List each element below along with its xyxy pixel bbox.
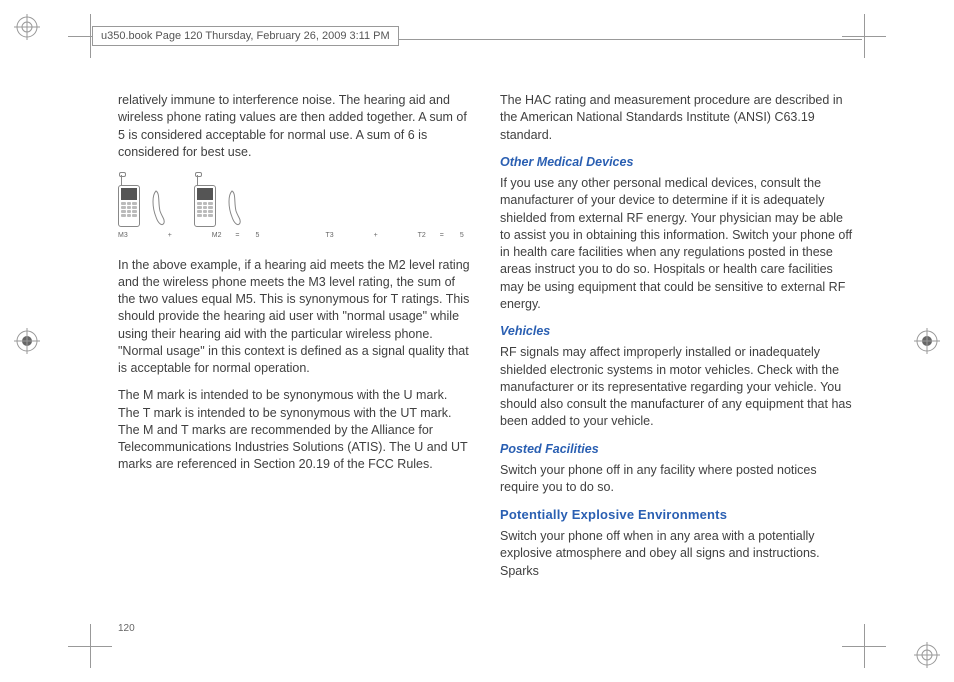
phone-icon [118, 175, 140, 227]
hearing-aid-diagram: M3 + M2 = 5 T3 + T2 = 5 [118, 171, 472, 245]
eq-label: 5 [253, 231, 261, 241]
eq-label: M3 [118, 231, 128, 241]
body-text: relatively immune to interference noise.… [118, 92, 472, 161]
eq-label: = [233, 231, 241, 241]
eq-label: + [372, 231, 380, 241]
page-content: relatively immune to interference noise.… [118, 92, 854, 612]
eq-label: + [166, 231, 174, 241]
registration-mark-icon [914, 328, 940, 354]
registration-mark-icon [14, 14, 40, 40]
eq-label: T3 [325, 231, 333, 241]
eq-label: T2 [418, 231, 426, 241]
page-number: 120 [118, 623, 135, 634]
document-file-info: u350.book Page 120 Thursday, February 26… [92, 26, 399, 46]
diagram-unit-t [194, 175, 244, 227]
crop-mark-icon [68, 624, 112, 668]
document-header: u350.book Page 120 Thursday, February 26… [92, 26, 862, 52]
body-text: If you use any other personal medical de… [500, 175, 854, 313]
registration-mark-icon [14, 328, 40, 354]
body-text: The HAC rating and measurement procedure… [500, 92, 854, 144]
hearing-aid-icon [150, 187, 168, 227]
body-text: Switch your phone off in any facility wh… [500, 462, 854, 497]
heading-vehicles: Vehicles [500, 323, 854, 340]
phone-icon [194, 175, 216, 227]
body-text: The M mark is intended to be synonymous … [118, 387, 472, 473]
eq-label: 5 [458, 231, 466, 241]
eq-label: M2 [212, 231, 222, 241]
heading-other-medical: Other Medical Devices [500, 154, 854, 171]
heading-explosive-environments: Potentially Explosive Environments [500, 506, 854, 524]
diagram-unit-m [118, 175, 168, 227]
body-text: In the above example, if a hearing aid m… [118, 257, 472, 378]
left-column: relatively immune to interference noise.… [118, 92, 472, 612]
body-text: Switch your phone off when in any area w… [500, 528, 854, 580]
right-column: The HAC rating and measurement procedure… [500, 92, 854, 612]
hearing-aid-icon [226, 187, 244, 227]
diagram-equation: M3 + M2 = 5 T3 + T2 = 5 [118, 231, 472, 241]
registration-mark-icon [914, 642, 940, 668]
crop-mark-icon [842, 624, 886, 668]
eq-label: = [438, 231, 446, 241]
heading-posted-facilities: Posted Facilities [500, 441, 854, 458]
body-text: RF signals may affect improperly install… [500, 344, 854, 430]
